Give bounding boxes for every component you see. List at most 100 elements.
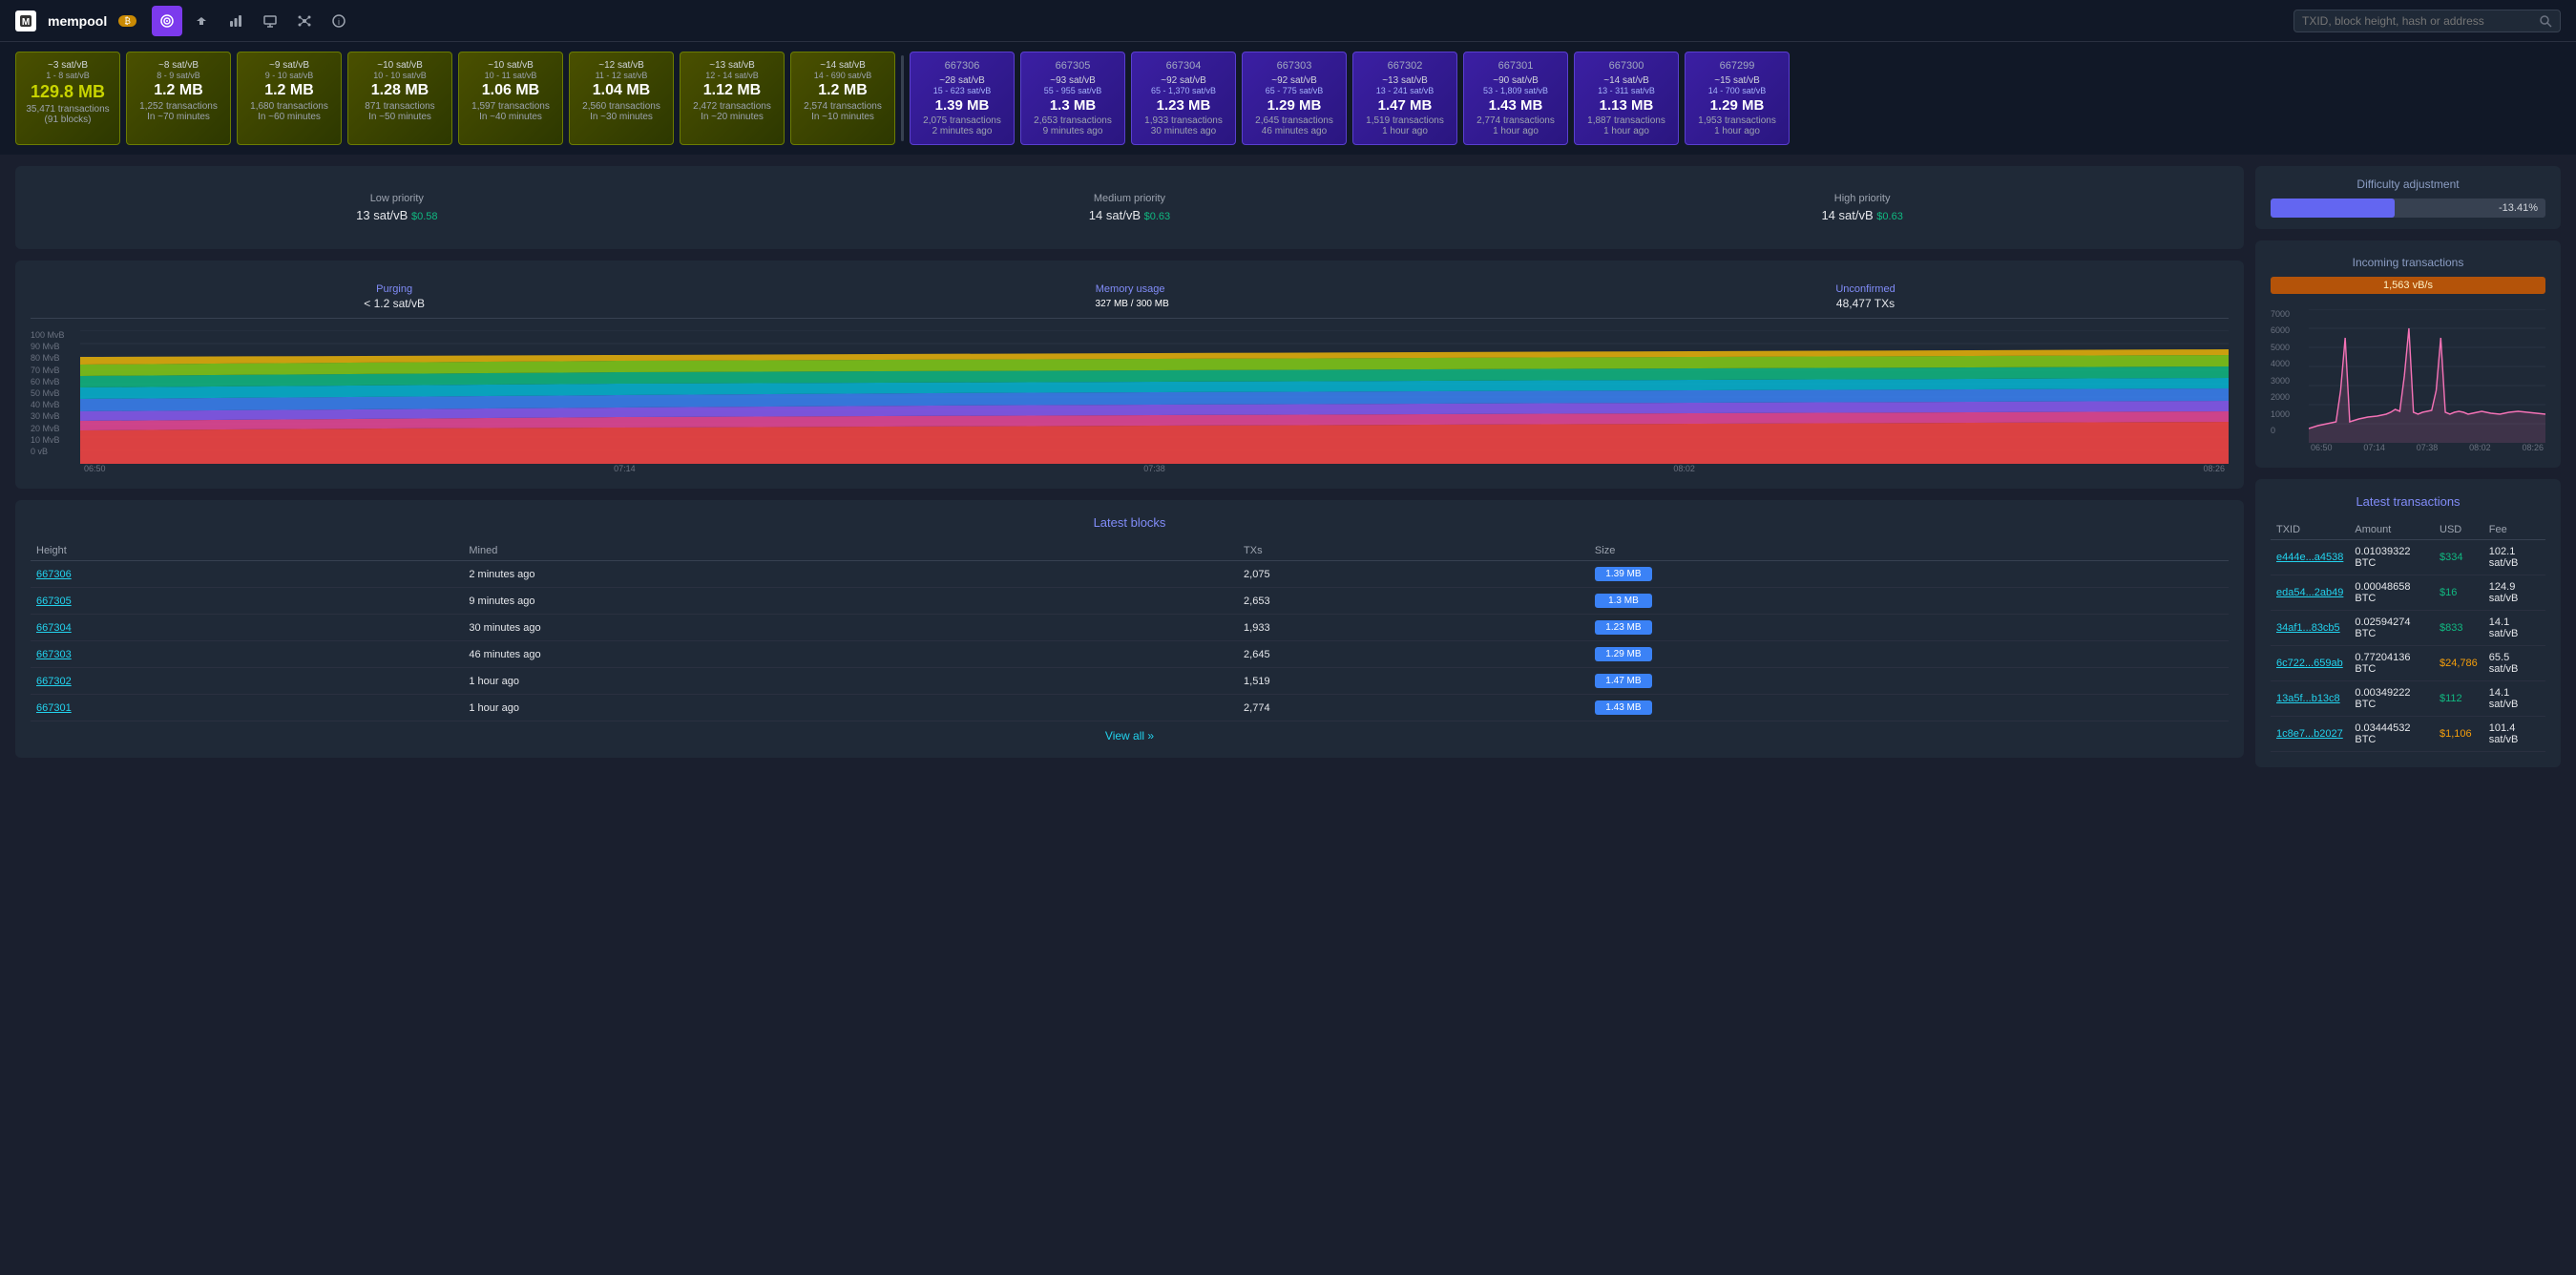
tx-id-cell[interactable]: 1c8e7...b2027: [2271, 717, 2349, 752]
block-height-cell[interactable]: 667303: [31, 641, 463, 668]
pending-block-1[interactable]: ~8 sat/vB 8 - 9 sat/vB 1.2 MB 1,252 tran…: [126, 52, 231, 145]
latest-tx-title: Latest transactions: [2271, 494, 2545, 509]
block-height-cell[interactable]: 667302: [31, 668, 463, 695]
block-height-cell[interactable]: 667304: [31, 615, 463, 641]
tag-badge[interactable]: ₿: [118, 15, 136, 27]
mempool-chart: [80, 330, 2229, 464]
block-txs-cell: 2,774: [1238, 695, 1589, 721]
fee-low-value: 13 sat/vB $0.58: [356, 208, 437, 222]
confirmed-block-667305[interactable]: 667305 ~93 sat/vB 55 - 955 sat/vB 1.3 MB…: [1020, 52, 1125, 145]
tx-fee-cell: 14.1 sat/vB: [2483, 681, 2545, 717]
tx-id-cell[interactable]: 13a5f...b13c8: [2271, 681, 2349, 717]
block-mined-cell: 9 minutes ago: [463, 588, 1238, 615]
latest-tx-table: TXID Amount USD Fee e444e...a4538 0.0103…: [2271, 520, 2545, 752]
table-row: 667304 30 minutes ago 1,933 1.23 MB: [31, 615, 2229, 641]
unconfirmed-stat: Unconfirmed 48,477 TXs: [1835, 283, 1895, 310]
col-amount: Amount: [2349, 520, 2434, 540]
main-content: Low priority 13 sat/vB $0.58 Medium prio…: [0, 155, 2576, 779]
col-size: Size: [1589, 541, 2229, 561]
pending-block-6[interactable]: ~13 sat/vB 12 - 14 sat/vB 1.12 MB 2,472 …: [680, 52, 785, 145]
block-mined-cell: 1 hour ago: [463, 668, 1238, 695]
mempool-y-labels: 100 MvB 90 MvB 80 MvB 70 MvB 60 MvB 50 M…: [31, 330, 76, 473]
tx-fee-cell: 14.1 sat/vB: [2483, 611, 2545, 646]
incoming-tx-card: Incoming transactions 1,563 vB/s 7000 60…: [2255, 240, 2561, 468]
confirmed-block-667301[interactable]: 667301 ~90 sat/vB 53 - 1,809 sat/vB 1.43…: [1463, 52, 1568, 145]
nav-icons: i: [152, 6, 354, 36]
fee-medium: Medium priority 14 sat/vB $0.63: [1089, 193, 1170, 222]
block-txs-cell: 1,933: [1238, 615, 1589, 641]
tx-amount-cell: 0.02594274 BTC: [2349, 611, 2434, 646]
left-panel: Low priority 13 sat/vB $0.58 Medium prio…: [15, 166, 2244, 767]
nav-mempool-icon[interactable]: [152, 6, 182, 36]
purging-stat: Purging < 1.2 sat/vB: [364, 283, 425, 310]
confirmed-block-667300[interactable]: 667300 ~14 sat/vB 13 - 311 sat/vB 1.13 M…: [1574, 52, 1679, 145]
fee-medium-value: 14 sat/vB $0.63: [1089, 208, 1170, 222]
table-row: 667306 2 minutes ago 2,075 1.39 MB: [31, 561, 2229, 588]
latest-blocks-table: Height Mined TXs Size 667306 2 minutes a…: [31, 541, 2229, 721]
confirmed-block-667303[interactable]: 667303 ~92 sat/vB 65 - 775 sat/vB 1.29 M…: [1242, 52, 1347, 145]
col-txid: TXID: [2271, 520, 2349, 540]
pending-block-7[interactable]: ~14 sat/vB 14 - 690 sat/vB 1.2 MB 2,574 …: [790, 52, 895, 145]
confirmed-block-667302[interactable]: 667302 ~13 sat/vB 13 - 241 sat/vB 1.47 M…: [1352, 52, 1457, 145]
tx-id-cell[interactable]: 34af1...83cb5: [2271, 611, 2349, 646]
fee-high: High priority 14 sat/vB $0.63: [1821, 193, 1902, 222]
latest-blocks-title: Latest blocks: [31, 515, 2229, 530]
difficulty-bar-wrap: -13.41%: [2271, 199, 2545, 218]
tx-fee-cell: 102.1 sat/vB: [2483, 540, 2545, 575]
brand-logo: M: [15, 10, 36, 31]
pending-block-4[interactable]: ~10 sat/vB 10 - 11 sat/vB 1.06 MB 1,597 …: [458, 52, 563, 145]
tx-id-cell[interactable]: eda54...2ab49: [2271, 575, 2349, 611]
pending-block-5[interactable]: ~12 sat/vB 11 - 12 sat/vB 1.04 MB 2,560 …: [569, 52, 674, 145]
table-row: 667305 9 minutes ago 2,653 1.3 MB: [31, 588, 2229, 615]
difficulty-percent: -13.41%: [2499, 202, 2538, 214]
nav-broadcast-icon[interactable]: [186, 6, 217, 36]
search-icon: [2539, 14, 2552, 28]
pending-block-2[interactable]: ~9 sat/vB 9 - 10 sat/vB 1.2 MB 1,680 tra…: [237, 52, 342, 145]
block-txs-cell: 1,519: [1238, 668, 1589, 695]
block-height-cell[interactable]: 667306: [31, 561, 463, 588]
block-size-cell: 1.47 MB: [1589, 668, 2229, 695]
tx-id-cell[interactable]: 6c722...659ab: [2271, 646, 2349, 681]
incoming-chart: [2309, 309, 2545, 443]
block-size-cell: 1.29 MB: [1589, 641, 2229, 668]
incoming-tx-title: Incoming transactions: [2271, 256, 2545, 269]
block-mined-cell: 1 hour ago: [463, 695, 1238, 721]
tx-fee-cell: 124.9 sat/vB: [2483, 575, 2545, 611]
block-height-cell[interactable]: 667301: [31, 695, 463, 721]
tx-usd-cell: $334: [2434, 540, 2483, 575]
nav-tv-icon[interactable]: [255, 6, 285, 36]
mempool-card: Purging < 1.2 sat/vB Memory usage 327 MB…: [15, 261, 2244, 489]
tx-id-cell[interactable]: e444e...a4538: [2271, 540, 2349, 575]
confirmed-block-667304[interactable]: 667304 ~92 sat/vB 65 - 1,370 sat/vB 1.23…: [1131, 52, 1236, 145]
tx-usd-cell: $16: [2434, 575, 2483, 611]
col-fee: Fee: [2483, 520, 2545, 540]
block-txs-cell: 2,653: [1238, 588, 1589, 615]
mempool-chart-wrapper: 100 MvB 90 MvB 80 MvB 70 MvB 60 MvB 50 M…: [31, 330, 2229, 473]
tx-usd-cell: $833: [2434, 611, 2483, 646]
table-row: 1c8e7...b2027 0.03444532 BTC $1,106 101.…: [2271, 717, 2545, 752]
search-input[interactable]: [2302, 14, 2533, 28]
nav-info-icon[interactable]: i: [324, 6, 354, 36]
table-row: eda54...2ab49 0.00048658 BTC $16 124.9 s…: [2271, 575, 2545, 611]
block-height-cell[interactable]: 667305: [31, 588, 463, 615]
block-mined-cell: 30 minutes ago: [463, 615, 1238, 641]
nav-network-icon[interactable]: [289, 6, 320, 36]
view-all-blocks-link[interactable]: View all: [1105, 729, 1154, 742]
tx-amount-cell: 0.77204136 BTC: [2349, 646, 2434, 681]
search-bar[interactable]: [2293, 10, 2561, 32]
block-size-cell: 1.39 MB: [1589, 561, 2229, 588]
confirmed-block-667299[interactable]: 667299 ~15 sat/vB 14 - 700 sat/vB 1.29 M…: [1685, 52, 1790, 145]
fee-low-label: Low priority: [356, 193, 437, 204]
pending-block-0[interactable]: ~3 sat/vB 1 - 8 sat/vB 129.8 MB 35,471 t…: [15, 52, 120, 145]
table-row: 667303 46 minutes ago 2,645 1.29 MB: [31, 641, 2229, 668]
difficulty-bar: [2271, 199, 2395, 218]
tx-amount-cell: 0.01039322 BTC: [2349, 540, 2434, 575]
tx-amount-cell: 0.03444532 BTC: [2349, 717, 2434, 752]
table-row: 13a5f...b13c8 0.00349222 BTC $112 14.1 s…: [2271, 681, 2545, 717]
confirmed-block-667306[interactable]: 667306 ~28 sat/vB 15 - 623 sat/vB 1.39 M…: [910, 52, 1015, 145]
nav-charts-icon[interactable]: [220, 6, 251, 36]
block-txs-cell: 2,075: [1238, 561, 1589, 588]
col-mined: Mined: [463, 541, 1238, 561]
block-divider: [901, 55, 904, 141]
pending-block-3[interactable]: ~10 sat/vB 10 - 10 sat/vB 1.28 MB 871 tr…: [347, 52, 452, 145]
